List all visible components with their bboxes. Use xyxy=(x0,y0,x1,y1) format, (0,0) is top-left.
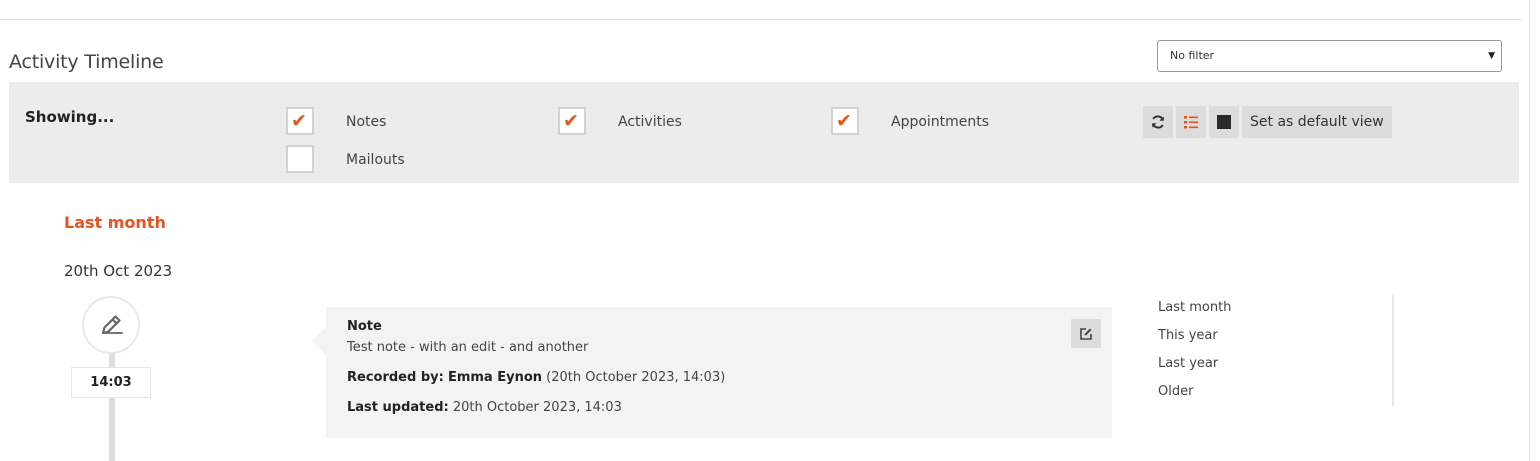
refresh-button[interactable] xyxy=(1143,106,1173,138)
edit-note-button[interactable] xyxy=(1071,319,1101,348)
section-heading: Last month xyxy=(64,213,166,232)
recorded-when: (20th October 2023, 14:03) xyxy=(546,370,726,385)
checkmark-icon: ✔ xyxy=(836,110,852,132)
timeline-entry-icon xyxy=(82,296,140,354)
refresh-icon xyxy=(1152,115,1164,129)
activities-label: Activities xyxy=(618,114,682,130)
top-divider xyxy=(0,19,1521,20)
checkmark-icon: ✔ xyxy=(291,110,307,132)
list-icon xyxy=(1184,116,1198,129)
right-divider xyxy=(1529,0,1530,461)
jump-nav: Last month This year Last year Older xyxy=(1142,294,1394,406)
note-text: Test note - with an edit - and another xyxy=(347,340,589,355)
date-heading: 20th Oct 2023 xyxy=(64,262,173,280)
notes-label: Notes xyxy=(346,114,387,130)
dropdown-arrow-icon: ▼ xyxy=(1488,51,1495,61)
activities-checkbox[interactable]: ✔ xyxy=(558,107,586,135)
block-view-button[interactable] xyxy=(1209,106,1239,138)
jump-older[interactable]: Older xyxy=(1142,378,1394,406)
filter-select[interactable]: No filter ▼ xyxy=(1157,40,1502,72)
entry-time: 14:03 xyxy=(71,367,151,398)
showing-label: Showing... xyxy=(25,108,115,126)
recorded-by-name: Emma Eynon xyxy=(447,370,543,385)
last-updated: Last updated: 20th October 2023, 14:03 xyxy=(347,400,622,415)
page-title: Activity Timeline xyxy=(9,50,164,73)
jump-last-year[interactable]: Last year xyxy=(1142,350,1394,378)
note-type: Note xyxy=(347,319,382,334)
last-updated-when: 20th October 2023, 14:03 xyxy=(452,400,622,415)
showing-panel: Showing... ✔ Notes ✔ Activities ✔ Appoin… xyxy=(9,82,1519,183)
appointments-checkbox[interactable]: ✔ xyxy=(831,107,859,135)
jump-this-year[interactable]: This year xyxy=(1142,322,1394,350)
mailouts-label: Mailouts xyxy=(346,152,405,168)
note-card: Note Test note - with an edit - and anot… xyxy=(312,307,1112,438)
recorded-by: Recorded by: Emma Eynon (20th October 20… xyxy=(347,370,725,385)
filter-select-value: No filter xyxy=(1170,49,1215,62)
list-view-button[interactable] xyxy=(1176,106,1206,138)
recorded-by-label: Recorded by: xyxy=(347,370,444,385)
set-default-view-button[interactable]: Set as default view xyxy=(1242,106,1392,138)
pencil-icon xyxy=(101,315,123,335)
jump-last-month[interactable]: Last month xyxy=(1142,294,1394,322)
square-icon xyxy=(1217,115,1231,129)
mailouts-checkbox[interactable] xyxy=(286,145,314,173)
card-pointer xyxy=(312,327,326,355)
checkmark-icon: ✔ xyxy=(563,110,579,132)
last-updated-label: Last updated: xyxy=(347,400,449,415)
notes-checkbox[interactable]: ✔ xyxy=(286,107,314,135)
appointments-label: Appointments xyxy=(891,114,990,130)
edit-icon xyxy=(1080,327,1092,340)
